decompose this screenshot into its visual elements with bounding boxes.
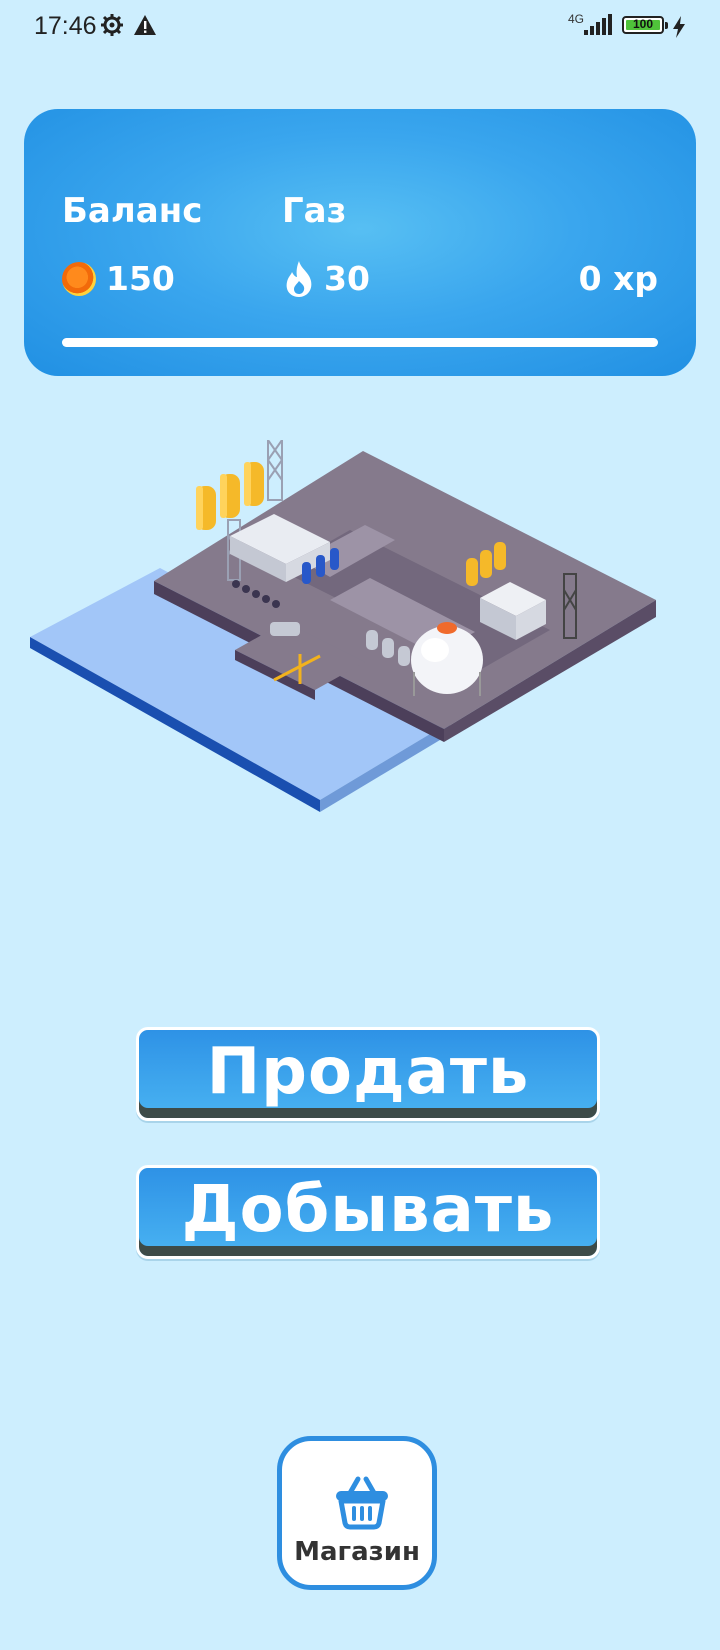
stats-panel: Баланс Газ 150 30 0 xp (24, 109, 696, 376)
xp-value: 0 xp (578, 259, 658, 298)
charging-icon (673, 16, 685, 38)
flame-icon (286, 261, 312, 297)
mine-button[interactable]: Добывать (136, 1165, 600, 1259)
sell-button[interactable]: Продать (136, 1027, 600, 1121)
warning-icon (134, 15, 156, 35)
balance-label: Баланс (62, 191, 203, 231)
shop-label: Магазин (294, 1537, 420, 1567)
gear-icon (101, 14, 123, 36)
xp-progress-bar (62, 338, 658, 347)
battery-icon: 100 (622, 16, 668, 34)
status-time: 17:46 (34, 12, 97, 40)
signal-icon (584, 14, 612, 35)
coin-icon (62, 262, 96, 296)
balance-value: 150 (106, 259, 175, 298)
gas-value: 30 (324, 259, 370, 298)
xp-progress-fill (62, 338, 658, 347)
gas-plant-illustration (30, 440, 656, 812)
battery-level: 100 (632, 17, 654, 31)
shop-button[interactable]: Магазин (277, 1436, 437, 1590)
status-bar: 17:46 4G 100 (0, 0, 720, 56)
gas-label: Газ (282, 191, 347, 231)
basket-icon (336, 1476, 388, 1530)
network-type: 4G (568, 12, 585, 26)
